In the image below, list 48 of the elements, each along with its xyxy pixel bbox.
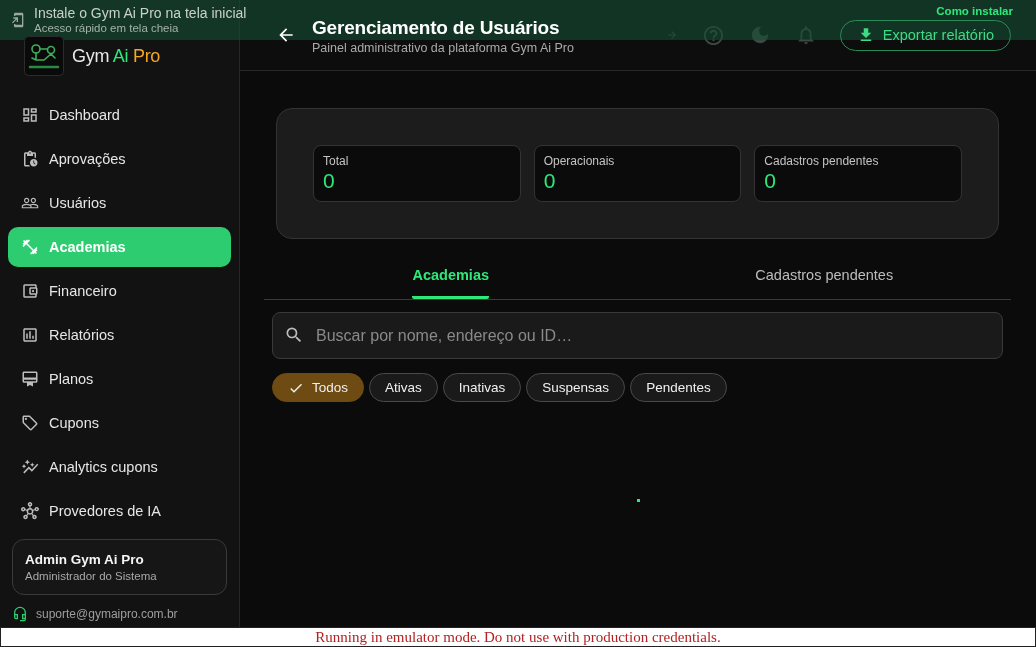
support-email: suporte@gymaipro.com.br: [36, 607, 178, 621]
network-icon: [21, 502, 39, 520]
dashboard-icon: [21, 106, 39, 124]
sidebar-item[interactable]: Usuários: [8, 183, 231, 223]
sidebar-item[interactable]: Cupons: [8, 403, 231, 443]
card-icon: [21, 370, 39, 388]
sidebar-item[interactable]: Planos: [8, 359, 231, 399]
banner-title: Instale o Gym Ai Pro na tela inicial: [34, 5, 247, 21]
help-icon[interactable]: [701, 23, 725, 47]
stat-value: 0: [764, 169, 777, 193]
trend-sparkle-icon: [21, 458, 39, 476]
user-card[interactable]: Admin Gym Ai Pro Administrador do Sistema: [12, 539, 227, 595]
emulator-notice: Running in emulator mode. Do not use with production credentials.: [0, 627, 1036, 647]
filter-chip[interactable]: Todos: [272, 373, 365, 402]
stat-label: Cadastros pendentes: [764, 154, 880, 168]
sidebar-item[interactable]: Dashboard: [8, 95, 231, 135]
arrow-icon[interactable]: [665, 29, 678, 41]
filter-chip[interactable]: Pendentes: [630, 373, 727, 402]
stat-label: Total: [323, 154, 350, 168]
sidebar-item[interactable]: Aprovações: [8, 139, 231, 179]
install-link[interactable]: Como instalar: [936, 5, 1013, 17]
search-field[interactable]: Buscar por nome, endereço ou ID…: [272, 312, 1003, 359]
sidebar-item[interactable]: Relatórios: [8, 315, 231, 355]
page-title: Gerenciamento de Usuários: [312, 15, 561, 40]
sidebar-item[interactable]: Financeiro: [8, 271, 231, 311]
headset-icon: [12, 606, 28, 622]
stat-label: Operacionais: [543, 154, 616, 168]
logo-icon: [24, 36, 64, 76]
filter-chip[interactable]: Suspensas: [526, 373, 626, 402]
tag-icon: [21, 414, 39, 432]
tab[interactable]: Academias: [264, 251, 638, 299]
user-name: Admin Gym Ai Pro: [25, 552, 145, 567]
wallet-icon: [21, 282, 39, 300]
stat-value: 0: [543, 169, 557, 193]
banner-subtitle: Acesso rápido em tela cheia: [34, 21, 180, 35]
filter-chip[interactable]: Ativas: [369, 373, 438, 402]
search-icon: [284, 325, 304, 345]
user-role: Administrador do Sistema: [25, 570, 158, 582]
tab[interactable]: Cadastros pendentes: [637, 251, 1011, 299]
brand-name: Gym Ai Pro: [72, 45, 161, 67]
page-subtitle: Painel administrativo da plataforma Gym Ai Pro: [312, 40, 574, 55]
sidebar-item[interactable]: Analytics cupons: [8, 447, 231, 487]
filter-chip[interactable]: Inativas: [442, 373, 522, 402]
stat-value: 0: [323, 169, 336, 193]
dumbbell-icon: [21, 238, 39, 256]
clipboard-clock-icon: [21, 150, 39, 168]
bar-chart-icon: [21, 326, 39, 344]
sidebar-item[interactable]: Provedores de IA: [8, 491, 231, 531]
